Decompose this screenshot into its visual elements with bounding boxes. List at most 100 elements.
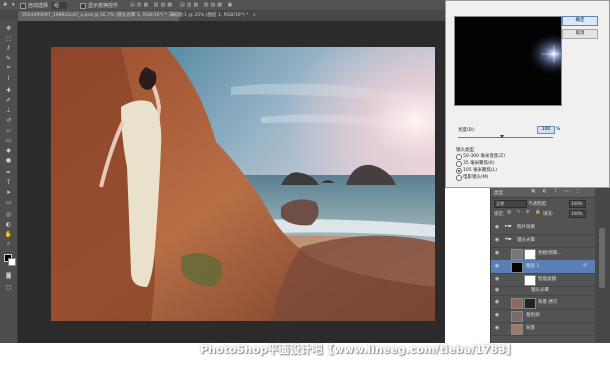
fill-label: 填充: bbox=[543, 212, 554, 217]
brush-tool-icon[interactable]: ✐ bbox=[4, 96, 13, 104]
clone-stamp-tool-icon[interactable]: ⊥ bbox=[4, 106, 13, 114]
blur-tool-icon[interactable]: ◆ bbox=[4, 146, 13, 154]
dodge-tool-icon[interactable]: ● bbox=[4, 156, 13, 164]
layer-row-selected[interactable]: ◉ 图层 1 ◎ bbox=[491, 260, 596, 274]
eye-icon[interactable]: ◉ bbox=[494, 224, 500, 230]
blend-mode-dropdown[interactable]: 正常 bbox=[494, 200, 527, 208]
folder-icon: ▸▬ bbox=[505, 224, 512, 229]
layer-name: 基色调 bbox=[526, 313, 540, 318]
layer-mask-thumbnail bbox=[524, 249, 536, 260]
lens-option-label: 50-300 毫米变焦(Z) bbox=[463, 154, 505, 159]
auto-select-target[interactable]: 组 bbox=[52, 2, 68, 9]
brightness-slider[interactable] bbox=[458, 137, 553, 138]
watermark-text: PhotoShop平面设计吧【www.lineeg.com/tieba/1783… bbox=[200, 343, 517, 356]
layer-thumbnail bbox=[511, 324, 523, 335]
layer-row-smart-filter[interactable]: ◉ 智能滤镜 bbox=[491, 273, 596, 287]
layer-name: 图层 1 bbox=[526, 264, 540, 269]
move-tool-icon[interactable]: ✥ bbox=[4, 24, 13, 32]
tool-preset-dropdown[interactable]: ▾ bbox=[12, 2, 15, 8]
tab-label: 9564499097_1989a5cd7_o.psd @ 16.7% (镜头光晕… bbox=[22, 13, 168, 18]
opacity-input[interactable]: 100% bbox=[569, 200, 586, 208]
quick-mask-icon[interactable]: ◙ bbox=[4, 271, 13, 279]
3d-tool-icon[interactable]: ◎ bbox=[4, 210, 13, 218]
layers-panel: 类型 ▣ ◐ T ▭ ⬚ 正常 不透明度: 100% 锁定: ▨ ✎ ✥ 🔒 填… bbox=[490, 188, 596, 343]
layer-row[interactable]: ◉ 背景 bbox=[491, 322, 596, 336]
lens-option-label: 35 毫米聚焦(K) bbox=[463, 161, 495, 166]
layer-row[interactable]: ◉ 背景 拷贝 bbox=[491, 296, 596, 310]
type-tool-icon[interactable]: T bbox=[4, 178, 13, 186]
gradient-tool-icon[interactable]: ▭ bbox=[4, 136, 13, 144]
filter-kind-dropdown[interactable]: 类型 bbox=[494, 190, 503, 196]
lens-option-radio[interactable] bbox=[456, 154, 462, 160]
history-brush-tool-icon[interactable]: ↺ bbox=[4, 116, 13, 124]
lens-flare-dialog: 确定 取消 亮度(B): 100 % 镜头类型 50-300 毫米变焦(Z) 3… bbox=[445, 0, 610, 188]
transform-controls-checkbox[interactable] bbox=[80, 3, 86, 9]
lens-option-radio[interactable] bbox=[456, 161, 462, 167]
eye-icon[interactable]: ◉ bbox=[494, 287, 500, 293]
adjustment-icon bbox=[511, 249, 523, 260]
quick-select-tool-icon[interactable]: ✎ bbox=[4, 54, 13, 62]
layer-mask-thumbnail bbox=[524, 298, 536, 309]
layer-row-group[interactable]: ◉ ▸▬ 照片效果 bbox=[491, 221, 596, 235]
eye-icon[interactable]: ◉ bbox=[494, 325, 500, 331]
layer-row-adjustment[interactable]: ◉ 色相/饱和... bbox=[491, 247, 596, 261]
shape-tool-icon[interactable]: ▭ bbox=[4, 198, 13, 206]
flare-preview[interactable] bbox=[454, 16, 562, 106]
transform-controls-label: 显示变换控件 bbox=[88, 3, 119, 9]
crop-tool-icon[interactable]: ⌗ bbox=[4, 64, 13, 72]
pen-tool-icon[interactable]: ✒ bbox=[4, 168, 13, 176]
layer-name: 照片效果 bbox=[517, 225, 535, 230]
close-icon[interactable]: × bbox=[252, 13, 256, 18]
align-icons[interactable]: ▤▥▦ ▧▨▩ bbox=[130, 2, 174, 8]
layer-row-filter[interactable]: ◉ 镜头光晕 bbox=[491, 286, 596, 296]
opacity-label: 不透明度: bbox=[528, 202, 548, 207]
tab-document-1[interactable]: 9564499097_1989a5cd7_o.psd @ 16.7% (镜头光晕… bbox=[18, 11, 179, 21]
lens-option-label: 电影镜头(M) bbox=[463, 175, 489, 180]
layer-name: 背景 bbox=[526, 326, 535, 331]
eye-icon[interactable]: ◉ bbox=[494, 299, 500, 305]
ok-button[interactable]: 确定 bbox=[562, 16, 598, 26]
tab-label: 未标题-1 @ 25% (图层 1, RGB/16*) * bbox=[169, 13, 249, 18]
eye-icon[interactable]: ◉ bbox=[494, 237, 500, 243]
eye-icon[interactable]: ◉ bbox=[494, 250, 500, 256]
eye-icon[interactable]: ◉ bbox=[494, 276, 500, 282]
layer-name: 智能滤镜 bbox=[538, 277, 556, 282]
panel-scrollbar[interactable] bbox=[595, 188, 610, 343]
lens-option-radio-selected[interactable] bbox=[456, 168, 462, 174]
filter-mask-thumbnail bbox=[524, 275, 536, 286]
brightness-input[interactable]: 100 bbox=[537, 126, 555, 134]
layer-name: 色相/饱和... bbox=[538, 251, 562, 256]
3d-camera-tool-icon[interactable]: ◐ bbox=[4, 220, 13, 228]
lens-option-label: 105 毫米聚焦(L) bbox=[463, 168, 498, 173]
layer-thumbnail bbox=[511, 298, 523, 309]
healing-brush-tool-icon[interactable]: ✚ bbox=[4, 86, 13, 94]
background-color-swatch[interactable] bbox=[8, 258, 16, 266]
lens-option-radio[interactable] bbox=[456, 175, 462, 181]
zoom-tool-icon[interactable]: ⌕ bbox=[4, 240, 13, 248]
layer-row[interactable]: ◉ 基色调 bbox=[491, 309, 596, 323]
cancel-button[interactable]: 取消 bbox=[562, 29, 598, 39]
fill-input[interactable]: 100% bbox=[569, 210, 586, 218]
eye-icon[interactable]: ◉ bbox=[494, 312, 500, 318]
eyedropper-tool-icon[interactable]: ⌇ bbox=[4, 74, 13, 82]
auto-select-checkbox[interactable] bbox=[20, 3, 26, 9]
distribute-icons[interactable]: ▤▥▦ ▧▨▩ ▣ bbox=[180, 2, 234, 8]
scrollbar-thumb[interactable] bbox=[599, 228, 605, 288]
filter-icons[interactable]: ▣ ◐ T ▭ ⬚ bbox=[531, 189, 583, 194]
path-select-tool-icon[interactable]: ➤ bbox=[4, 188, 13, 196]
eye-icon[interactable]: ◉ bbox=[494, 263, 500, 269]
screen-mode-icon[interactable]: ▢ bbox=[4, 283, 13, 291]
brightness-slider-handle[interactable] bbox=[500, 135, 504, 138]
layer-row-group[interactable]: ◉ ▾▬ 镜头光晕 bbox=[491, 234, 596, 248]
tab-document-2[interactable]: 未标题-1 @ 25% (图层 1, RGB/16*) * × bbox=[165, 11, 260, 21]
layer-thumbnail bbox=[511, 262, 523, 273]
document-image[interactable] bbox=[51, 47, 435, 321]
eraser-tool-icon[interactable]: ▱ bbox=[4, 126, 13, 134]
lasso-tool-icon[interactable]: ℓ bbox=[4, 44, 13, 52]
folder-open-icon: ▾▬ bbox=[505, 237, 512, 242]
marquee-tool-icon[interactable]: ⬚ bbox=[4, 34, 13, 42]
lock-icons[interactable]: ▨ ✎ ✥ 🔒 bbox=[507, 210, 543, 215]
move-tool-icon[interactable]: ✥ bbox=[3, 2, 7, 8]
hand-tool-icon[interactable]: ✋ bbox=[4, 230, 13, 238]
layer-thumbnail bbox=[511, 311, 523, 322]
